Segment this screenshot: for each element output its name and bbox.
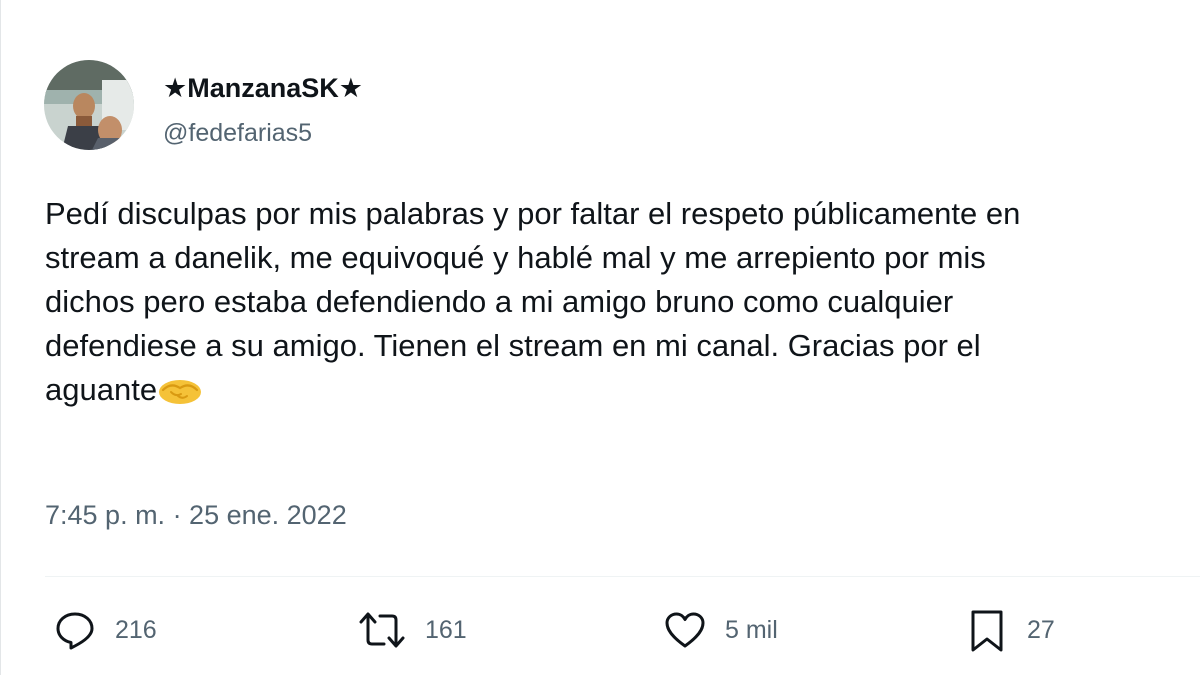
- display-name[interactable]: ★ManzanaSK★: [163, 70, 363, 106]
- retweet-icon: [359, 612, 405, 648]
- tweet-line: defendiese a su amigo. Tienen el stream …: [45, 328, 981, 363]
- reply-icon: [56, 612, 94, 650]
- retweet-count: 161: [425, 615, 467, 644]
- reply-count: 216: [115, 615, 157, 644]
- tweet-line: dichos pero estaba defendiendo a mi amig…: [45, 284, 954, 319]
- action-bar: 216 161 5 mil 27: [1, 600, 1200, 660]
- tweet-line: aguante: [45, 372, 158, 407]
- tweet-text: Pedí disculpas por mis palabras y por fa…: [45, 192, 1195, 412]
- bookmark-count: 27: [1027, 615, 1055, 644]
- bookmark-icon: [971, 610, 1003, 652]
- avatar[interactable]: [44, 60, 134, 150]
- handshake-emoji-icon: [157, 374, 203, 404]
- tweet-line: stream a danelik, me equivoqué y hablé m…: [45, 240, 986, 275]
- tweet-line-last: aguante: [45, 368, 1195, 412]
- retweet-button[interactable]: 161: [357, 608, 467, 652]
- like-count: 5 mil: [725, 615, 778, 644]
- tweet-card: ★ManzanaSK★ @fedefarias5 Pedí disculpas …: [0, 0, 1200, 675]
- heart-icon: [665, 612, 705, 648]
- avatar-photo: [44, 60, 134, 150]
- tweet-timestamp[interactable]: 7:45 p. m. · 25 ene. 2022: [45, 497, 347, 533]
- reply-button[interactable]: 216: [53, 608, 157, 652]
- tweet-line: Pedí disculpas por mis palabras y por fa…: [45, 196, 1021, 231]
- user-handle[interactable]: @fedefarias5: [163, 116, 312, 150]
- like-button[interactable]: 5 mil: [663, 608, 778, 652]
- bookmark-button[interactable]: 27: [965, 608, 1055, 652]
- divider: [45, 576, 1200, 577]
